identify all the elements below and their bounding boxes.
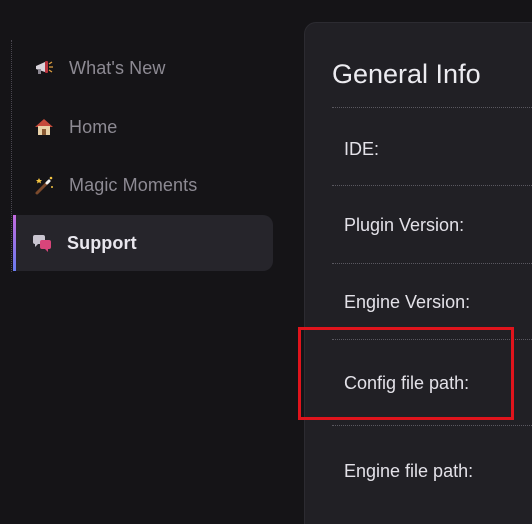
info-row-ide-label: IDE: bbox=[344, 139, 380, 159]
divider bbox=[332, 425, 532, 426]
sidebar: What's New Home Magic Moments Support bbox=[0, 0, 300, 524]
sidebar-item-label: What's New bbox=[69, 57, 166, 78]
active-indicator bbox=[13, 215, 16, 271]
divider bbox=[332, 185, 532, 186]
sidebar-item-label: Magic Moments bbox=[69, 174, 198, 195]
sidebar-item-support[interactable]: Support bbox=[13, 215, 273, 271]
sidebar-item-home[interactable]: Home bbox=[13, 99, 273, 155]
info-row-plugin-version-label: Plugin Version: bbox=[344, 215, 465, 235]
sidebar-item-label: Support bbox=[67, 232, 137, 253]
house-icon bbox=[33, 116, 55, 138]
divider bbox=[332, 339, 532, 340]
info-row-engine-file-path-label: Engine file path: bbox=[344, 461, 474, 481]
divider bbox=[332, 263, 532, 264]
app-window: What's New Home Magic Moments Support Ge… bbox=[0, 0, 532, 524]
general-info-panel: General Info IDE: Plugin Version: Engine… bbox=[304, 22, 532, 524]
megaphone-icon bbox=[33, 57, 55, 79]
sidebar-item-magic-moments[interactable]: Magic Moments bbox=[13, 157, 273, 213]
speech-bubbles-icon bbox=[31, 232, 53, 254]
sidebar-rail bbox=[11, 40, 12, 272]
magic-wand-icon bbox=[33, 174, 55, 196]
info-row-engine-version-label: Engine Version: bbox=[344, 292, 471, 312]
divider bbox=[332, 107, 532, 108]
sidebar-item-label: Home bbox=[69, 116, 118, 137]
sidebar-item-whats-new[interactable]: What's New bbox=[13, 40, 273, 96]
panel-title: General Info bbox=[332, 59, 481, 89]
info-row-config-file-path-label: Config file path: bbox=[344, 373, 470, 393]
